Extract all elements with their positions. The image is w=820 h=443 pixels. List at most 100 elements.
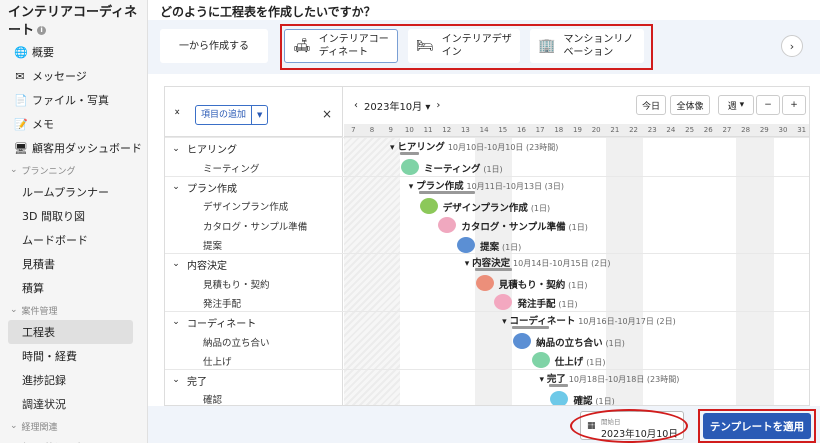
prev-month-button[interactable]: ‹ — [354, 100, 358, 111]
chevron-down-icon[interactable]: ▼ — [252, 111, 267, 119]
task-row[interactable]: 仕上げ — [165, 351, 232, 370]
sidebar-case-item-3[interactable]: 調達状況 — [0, 392, 147, 416]
today-button[interactable]: 今日 — [636, 95, 666, 115]
zoom-out-button[interactable]: − — [756, 95, 780, 115]
sidebar-item-0[interactable]: 🌐 概要 — [0, 40, 147, 64]
task-bar[interactable] — [531, 352, 550, 369]
group-row[interactable]: ⌄ コーディネート — [165, 313, 256, 332]
weekend-column — [605, 137, 625, 405]
sidebar-item-3[interactable]: 📝 メモ — [0, 112, 147, 136]
day-label: 18 — [554, 126, 564, 134]
chevron-down-icon[interactable]: ⌄ — [165, 182, 187, 192]
group-row[interactable]: ⌄ 完了 — [165, 371, 207, 390]
task-bar-label: ミーティング (1日) — [424, 164, 503, 176]
dashboard-icon: 🖥 — [14, 141, 28, 155]
day-label: 31 — [797, 126, 807, 134]
sidebar-accounting-item-0[interactable]: 経理状況の概要 — [0, 436, 147, 443]
task-row[interactable]: カタログ・サンプル準備 — [165, 216, 307, 235]
sidebar-planning-item-3[interactable]: 見積書 — [0, 252, 147, 276]
overview-button[interactable]: 全体像 — [670, 95, 710, 115]
task-bar[interactable] — [513, 333, 532, 349]
sidebar-case-item-2[interactable]: 進捗記録 — [0, 368, 147, 392]
group-bar[interactable] — [400, 152, 419, 155]
day-label: 23 — [647, 126, 657, 134]
section-planning[interactable]: ⌄ プランニング — [0, 160, 147, 180]
collapse-all-icon[interactable]: ⌄ ⌃ — [173, 105, 181, 122]
task-bar[interactable] — [401, 159, 420, 176]
weekend-column — [754, 137, 774, 405]
chevron-down-icon: ⌄ — [10, 305, 18, 315]
memo-icon: 📝 — [14, 117, 28, 131]
task-row[interactable]: 提案 — [165, 236, 222, 255]
task-row[interactable]: ミーティング — [165, 158, 259, 177]
task-bar[interactable] — [419, 197, 438, 214]
sidebar-item-4[interactable]: 🖥 顧客用ダッシュボード — [0, 136, 147, 160]
next-month-button[interactable]: › — [436, 100, 440, 111]
group-bar[interactable] — [549, 383, 569, 387]
task-bar-label: カタログ・サンプル準備 (1日) — [461, 222, 588, 234]
day-label: 24 — [666, 126, 676, 134]
task-row[interactable]: 納品の立ち合い — [165, 332, 270, 351]
task-row[interactable]: 見積もり・契約 — [165, 274, 270, 293]
chevron-down-icon[interactable]: ⌄ — [165, 375, 187, 385]
group-row[interactable]: ⌄ 内容決定 — [165, 255, 227, 274]
unavailable-area — [344, 137, 401, 405]
task-toolbar: ⌄ ⌃ 項目の追加 ▼ × — [165, 87, 343, 137]
day-label: 20 — [591, 126, 601, 134]
task-row[interactable]: 発注手配 — [165, 293, 241, 312]
day-label: 21 — [610, 126, 620, 134]
task-bar[interactable] — [438, 217, 457, 234]
group-bar-label: ▾ 内容決定 10月14日-10月15日 (2日) — [464, 257, 611, 269]
row-divider — [165, 175, 809, 177]
file-icon: 📄 — [14, 93, 28, 107]
section-accounting[interactable]: ⌄ 経理関連 — [0, 416, 147, 436]
chevron-down-icon[interactable]: ⌄ — [165, 259, 187, 269]
gantt-chart: ⌄ ⌃ 項目の追加 ▼ × ⌄ ヒアリング ミーティング ⌄ プラン作成 デザインプラン作成カ… — [164, 86, 810, 406]
task-bar[interactable] — [550, 390, 569, 405]
task-bar-label: 見積もり・契約 (1日) — [498, 280, 588, 292]
sidebar-item-2[interactable]: 📄 ファイル・写真 — [0, 88, 147, 112]
group-bar-label: ▾ 完了 10月18日-10月18日 (23時間) — [539, 373, 680, 385]
chevron-down-icon: ⌄ — [10, 165, 18, 175]
row-divider — [165, 368, 809, 370]
sidebar-planning-item-2[interactable]: ムードボード — [0, 228, 147, 252]
day-label: 16 — [516, 126, 526, 134]
info-icon[interactable]: i — [37, 26, 47, 35]
scale-selector[interactable]: 週 ▾ — [718, 95, 754, 115]
task-bar[interactable] — [475, 275, 494, 292]
project-title: インテリアコーディネート i — [8, 5, 138, 38]
chevron-down-icon[interactable]: ⌄ — [165, 317, 187, 327]
timeline-header: ‹ 2023年10月 ▾ › 今日 全体像 週 ▾ − + 7 8 9 10 11 12 1… — [344, 87, 809, 137]
template-from-scratch[interactable]: 一から作成する — [160, 29, 268, 63]
task-row[interactable]: デザインプラン作成 — [165, 197, 288, 216]
task-bar[interactable] — [457, 236, 476, 253]
group-row[interactable]: ⌄ ヒアリング — [165, 139, 237, 158]
day-label: 11 — [423, 126, 433, 134]
close-icon[interactable]: × — [322, 107, 332, 121]
sidebar-case-item-0[interactable]: 工程表 — [8, 320, 133, 344]
add-item-button[interactable]: 項目の追加 ▼ — [195, 105, 269, 125]
month-selector[interactable]: 2023年10月 ▾ — [364, 98, 430, 113]
sidebar-case-item-1[interactable]: 時間・経費 — [0, 344, 147, 368]
group-bar[interactable] — [418, 190, 475, 194]
mail-icon: ✉ — [15, 69, 25, 83]
page-title: どのように工程表を作成したいですか？ — [160, 5, 376, 19]
task-row[interactable]: 確認 — [165, 390, 222, 405]
chevron-down-icon[interactable]: ⌄ — [165, 144, 187, 154]
sidebar-item-1[interactable]: ✉ メッセージ — [0, 64, 147, 88]
zoom-in-button[interactable]: + — [782, 95, 806, 115]
sidebar: インテリアコーディネート i 🌐 概要 ✉ メッセージ 📄 ファイル・写真 📝 メモ 🖥 顧客用ダッ… — [0, 0, 148, 443]
day-label: 22 — [629, 126, 638, 134]
group-bar[interactable] — [474, 267, 513, 271]
group-row[interactable]: ⌄ プラン作成 — [165, 178, 237, 197]
sidebar-planning-item-0[interactable]: ルームプランナー — [0, 180, 147, 204]
sidebar-planning-item-4[interactable]: 積算 — [0, 276, 147, 300]
task-bar-label: 確認 (1日) — [573, 395, 615, 406]
day-label: 14 — [479, 126, 489, 134]
next-templates-button[interactable]: › — [781, 35, 803, 57]
section-case-management[interactable]: ⌄ 案件管理 — [0, 300, 147, 320]
chevron-right-icon: › — [789, 39, 795, 53]
group-bar[interactable] — [512, 325, 550, 329]
sidebar-planning-item-1[interactable]: 3D 間取り図 — [0, 204, 147, 228]
row-divider — [165, 137, 809, 138]
